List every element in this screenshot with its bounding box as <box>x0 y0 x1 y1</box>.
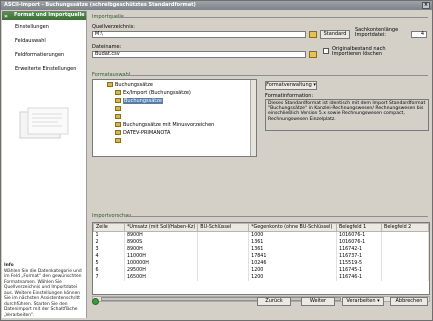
info-text: Wählen Sie die Datenkategorie und im Fel… <box>4 268 82 318</box>
file-browse-icon[interactable] <box>309 51 317 58</box>
format-tree[interactable]: Buchungssätze Ex/Import (Buchungssätze) … <box>92 79 257 157</box>
preview-table[interactable]: Zeile *Umsatz (mit Soll/Haben-Kz) BU-Sch… <box>92 222 430 295</box>
tree-item[interactable] <box>115 114 123 121</box>
formatverwaltung-button[interactable]: Formatverwaltung ▾ <box>265 81 317 90</box>
sidebar-header-label: Format und Importquelle <box>14 12 85 18</box>
divider <box>125 216 428 217</box>
standard-button[interactable]: Standard <box>320 30 350 39</box>
chevron-icon: » <box>4 13 8 20</box>
tree-item[interactable]: Buchungssätze <box>107 82 153 89</box>
tree-item[interactable]: Ex/Import (Buchungssätze) <box>115 90 191 97</box>
dropdown-icon: ▾ <box>377 298 380 304</box>
tree-scrollbar[interactable] <box>250 80 256 156</box>
tree-item-selected[interactable]: Buchungssätze <box>115 98 163 105</box>
folder-icon <box>115 106 121 111</box>
main-panel: Importquelle Quellverzeichnis: M:\ Stand… <box>89 11 432 318</box>
folder-icon <box>115 130 121 135</box>
table-row[interactable]: 7 16500H 1200 116746-1 <box>93 273 429 281</box>
sidebar-item-feldformatierungen[interactable]: Feldformatierungen <box>2 48 86 62</box>
folder-icon <box>115 98 121 103</box>
divider <box>115 17 428 18</box>
delete-original-checkbox[interactable] <box>323 48 329 54</box>
table-row[interactable]: 2 8900S 1361 1016076-1 <box>93 238 429 246</box>
close-button[interactable]: × <box>422 2 430 9</box>
tree-item[interactable]: DATEV-PRIMANOTA <box>115 130 170 137</box>
sidebar-item-erweiterte-einstellungen[interactable]: Erweiterte Einstellungen <box>2 62 86 76</box>
delete-original-label: Originalbestand nach Importieren löschen <box>332 46 386 57</box>
column-header[interactable]: *Gegenkonto (ohne BU-Schlüssel) <box>248 223 338 232</box>
sidebar-item-feldauswahl[interactable]: Feldauswahl <box>2 34 86 48</box>
window-title: ASCII-Import - Buchungssätze (schreibges… <box>4 2 196 8</box>
folder-icon <box>115 90 121 95</box>
tree-item[interactable] <box>115 106 123 113</box>
folder-icon[interactable] <box>309 31 317 38</box>
tree-item[interactable]: Buchungssätze mit Minusvorzeichen <box>115 122 214 129</box>
import-illustration-icon <box>19 107 69 139</box>
table-row[interactable]: 6 29500H 1200 116745-1 <box>93 266 429 274</box>
folder-icon <box>107 82 113 87</box>
sachkonto-input[interactable]: 4 <box>411 31 427 38</box>
dir-label: Quellverzeichnis: <box>92 24 135 30</box>
table-row[interactable]: 3 8900H 1361 116742-1 <box>93 245 429 253</box>
sidebar-header[interactable]: » Format und Importquelle <box>2 11 86 20</box>
divider <box>122 75 428 76</box>
title-bar: ASCII-Import - Buchungssätze (schreibges… <box>1 1 432 10</box>
dir-input[interactable]: M:\ <box>92 31 306 38</box>
formatinfo-text: Dieses Standardformat ist identisch mit … <box>265 99 429 131</box>
back-button[interactable]: Zurück <box>257 297 291 306</box>
process-button[interactable]: Verarbeiten ▾ <box>342 297 384 306</box>
file-label: Dateiname: <box>92 44 122 50</box>
sidebar: » Format und Importquelle Einstellungen … <box>2 11 87 318</box>
help-icon[interactable] <box>92 298 99 305</box>
folder-icon <box>115 114 121 119</box>
column-header[interactable]: BU-Schlüssel <box>197 223 250 232</box>
next-button[interactable]: Weiter <box>301 297 335 306</box>
column-header[interactable]: *Umsatz (mit Soll/Haben-Kz) <box>123 223 199 232</box>
table-header-row: Zeile *Umsatz (mit Soll/Haben-Kz) BU-Sch… <box>93 223 429 232</box>
dropdown-icon: ▾ <box>313 82 316 88</box>
folder-icon <box>115 122 121 127</box>
table-row[interactable]: 4 11000H 17841 116737-1 <box>93 252 429 260</box>
cancel-button[interactable]: Abbrechen <box>390 297 428 306</box>
column-header[interactable]: Belegfeld 1 <box>336 223 383 232</box>
column-header[interactable]: Belegfeld 2 <box>381 223 429 232</box>
table-row[interactable]: 5 100000H 10246 115519-5 <box>93 259 429 267</box>
column-header[interactable]: Zeile <box>93 223 125 232</box>
sachkonto-label: Sachkontenlänge Importdatei: <box>355 27 399 38</box>
file-input[interactable]: Budat.csv <box>92 51 306 58</box>
import-window: ASCII-Import - Buchungssätze (schreibges… <box>0 0 433 321</box>
folder-icon <box>115 138 121 143</box>
tree-item[interactable] <box>115 138 123 145</box>
table-row[interactable]: 1 8900H 1000 1016076-1 <box>93 231 429 239</box>
info-panel: Info Wählen Sie die Datenkategorie und i… <box>4 263 84 318</box>
sidebar-item-einstellungen[interactable]: Einstellungen <box>2 20 86 34</box>
